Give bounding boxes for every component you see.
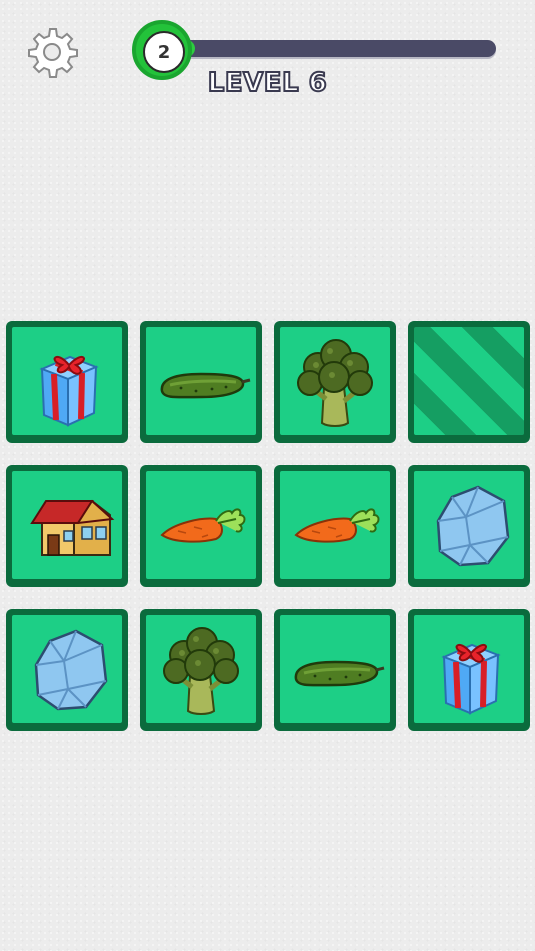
ice-icon bbox=[34, 629, 108, 711]
card-face bbox=[280, 615, 390, 723]
card-face bbox=[146, 327, 256, 435]
card-tile[interactable] bbox=[408, 609, 530, 731]
card-face bbox=[12, 615, 122, 723]
card-face bbox=[414, 471, 524, 579]
card-tile[interactable] bbox=[6, 465, 128, 587]
card-tile[interactable] bbox=[274, 609, 396, 731]
card-tile[interactable] bbox=[274, 465, 396, 587]
card-face bbox=[414, 615, 524, 723]
card-tile[interactable] bbox=[140, 609, 262, 731]
card-tile[interactable] bbox=[408, 465, 530, 587]
level-number: 2 bbox=[143, 31, 185, 73]
card-face bbox=[12, 327, 122, 435]
gift-icon bbox=[441, 643, 501, 715]
card-face bbox=[146, 471, 256, 579]
card-tile[interactable] bbox=[6, 321, 128, 443]
card-face bbox=[280, 471, 390, 579]
ice-icon bbox=[436, 485, 510, 567]
carrot-icon bbox=[294, 508, 380, 543]
card-tile[interactable] bbox=[408, 321, 530, 443]
house-icon bbox=[30, 499, 115, 556]
broccoli-icon bbox=[163, 627, 239, 715]
progress-track bbox=[178, 40, 496, 57]
card-face bbox=[146, 615, 256, 723]
broccoli-icon bbox=[297, 339, 373, 427]
card-back bbox=[414, 327, 524, 435]
gift-icon bbox=[39, 355, 99, 427]
cucumber-icon bbox=[294, 660, 385, 687]
level-title: LEVEL 6 bbox=[207, 67, 328, 99]
carrot-icon bbox=[160, 508, 246, 543]
cucumber-icon bbox=[160, 372, 251, 399]
card-tile[interactable] bbox=[274, 321, 396, 443]
card-tile[interactable] bbox=[140, 465, 262, 587]
card-face bbox=[280, 327, 390, 435]
card-face bbox=[12, 471, 122, 579]
card-tile[interactable] bbox=[140, 321, 262, 443]
card-tile[interactable] bbox=[6, 609, 128, 731]
